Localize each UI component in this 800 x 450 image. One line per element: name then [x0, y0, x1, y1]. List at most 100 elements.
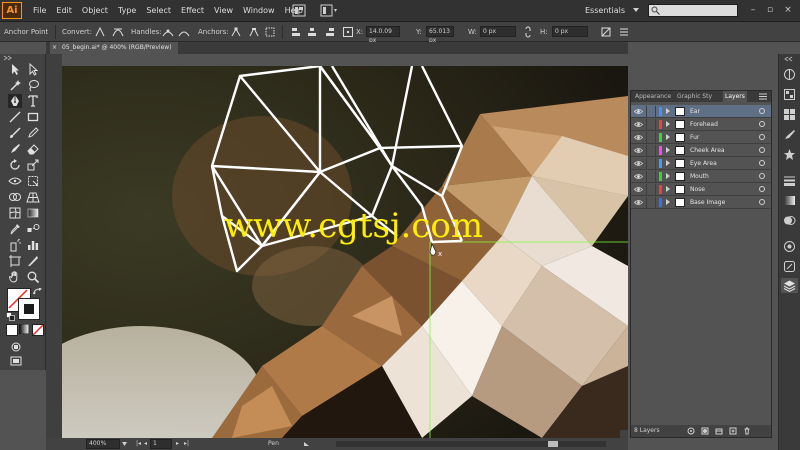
- line-segment-tool[interactable]: [8, 110, 22, 124]
- gradient-mode-button[interactable]: [19, 324, 29, 334]
- cut-path-icon[interactable]: [248, 26, 260, 38]
- clipping-mask-icon[interactable]: [701, 427, 709, 435]
- default-colors-icon[interactable]: [6, 312, 15, 321]
- isolate-icon[interactable]: [264, 26, 276, 38]
- workspace-switcher[interactable]: Essentials: [585, 4, 640, 17]
- document-tab[interactable]: × 05_begin.ai* @ 400% (RGB/Preview): [50, 42, 178, 54]
- arrange-documents-icon[interactable]: [320, 4, 338, 17]
- expand-triangle-icon[interactable]: [666, 147, 670, 153]
- slice-tool[interactable]: [26, 254, 40, 268]
- pen-tool[interactable]: [8, 94, 22, 108]
- horizontal-scrollbar[interactable]: [336, 441, 606, 447]
- lock-toggle[interactable]: [646, 197, 656, 208]
- expand-triangle-icon[interactable]: [666, 134, 670, 140]
- layer-name[interactable]: Forehead: [690, 118, 718, 131]
- expand-triangle-icon[interactable]: [666, 186, 670, 192]
- convert-to-corner-icon[interactable]: [94, 26, 106, 38]
- visibility-eye-icon[interactable]: [634, 133, 643, 142]
- shape-builder-tool[interactable]: [8, 190, 22, 204]
- status-arrow-icon[interactable]: [304, 442, 309, 446]
- constrain-link-icon[interactable]: [522, 26, 534, 38]
- close-window-button[interactable]: ×: [781, 4, 795, 17]
- artboard-canvas[interactable]: x www.cgtsj.com: [62, 66, 628, 438]
- symbol-sprayer-tool[interactable]: [8, 238, 22, 252]
- draw-mode-button[interactable]: [9, 340, 23, 354]
- hide-handles-icon[interactable]: [178, 26, 190, 38]
- menu-window[interactable]: Window: [238, 0, 280, 22]
- close-tab-icon[interactable]: ×: [52, 42, 57, 54]
- layer-name[interactable]: Mouth: [690, 170, 709, 183]
- stroke-icon[interactable]: [783, 174, 796, 187]
- symbols-icon[interactable]: [783, 148, 796, 161]
- visibility-eye-icon[interactable]: [634, 172, 643, 181]
- new-sublayer-icon[interactable]: [715, 427, 723, 435]
- paintbrush-tool[interactable]: [8, 126, 22, 140]
- lock-toggle[interactable]: [646, 106, 656, 117]
- target-circle-icon[interactable]: [759, 134, 765, 140]
- layer-name[interactable]: Ear: [690, 105, 700, 118]
- zoom-tool[interactable]: [26, 270, 40, 284]
- layer-name[interactable]: Base Image: [690, 196, 725, 209]
- width-tool[interactable]: [8, 174, 22, 188]
- target-circle-icon[interactable]: [759, 173, 765, 179]
- layer-name[interactable]: Fur: [690, 131, 699, 144]
- first-artboard-button[interactable]: |◂: [136, 438, 141, 450]
- lock-toggle[interactable]: [646, 184, 656, 195]
- expand-triangle-icon[interactable]: [666, 173, 670, 179]
- lock-toggle[interactable]: [646, 119, 656, 130]
- layer-row[interactable]: Base Image: [631, 196, 771, 209]
- visibility-eye-icon[interactable]: [634, 185, 643, 194]
- scale-tool[interactable]: [26, 158, 40, 172]
- gradient-tool[interactable]: [26, 206, 40, 220]
- menu-type[interactable]: Type: [113, 0, 141, 22]
- eyedropper-tool[interactable]: [8, 222, 22, 236]
- chevron-down-icon[interactable]: [633, 8, 639, 13]
- magic-wand-tool[interactable]: [8, 78, 22, 92]
- selection-tool[interactable]: [8, 62, 22, 76]
- mesh-tool[interactable]: [8, 206, 22, 220]
- expand-triangle-icon[interactable]: [666, 108, 670, 114]
- rotate-tool[interactable]: [8, 158, 22, 172]
- lock-toggle[interactable]: [646, 132, 656, 143]
- expand-triangle-icon[interactable]: [666, 121, 670, 127]
- panel-collapse-icon[interactable]: [2, 55, 44, 61]
- swap-fill-stroke-icon[interactable]: [33, 288, 43, 296]
- locate-object-icon[interactable]: [687, 427, 695, 435]
- expand-triangle-icon[interactable]: [666, 199, 670, 205]
- color-mode-button[interactable]: [6, 324, 18, 336]
- artboard-tool[interactable]: [8, 254, 22, 268]
- last-artboard-button[interactable]: ▸|: [184, 438, 189, 450]
- next-artboard-button[interactable]: ▸: [176, 438, 179, 450]
- menu-edit[interactable]: Edit: [51, 0, 77, 22]
- swatches-icon[interactable]: [783, 108, 796, 121]
- expand-triangle-icon[interactable]: [666, 160, 670, 166]
- eraser-tool[interactable]: [26, 142, 40, 156]
- y-field[interactable]: 65.013 px: [426, 26, 454, 44]
- minimize-button[interactable]: –: [746, 4, 760, 17]
- lock-toggle[interactable]: [646, 145, 656, 156]
- new-layer-icon[interactable]: [729, 427, 737, 435]
- artboard-number-field[interactable]: 1: [150, 439, 172, 449]
- layer-name[interactable]: Eye Area: [690, 157, 717, 170]
- layers-dock-button[interactable]: [781, 278, 798, 293]
- color-panel-icon[interactable]: [783, 68, 796, 81]
- menu-select[interactable]: Select: [141, 0, 176, 22]
- visibility-eye-icon[interactable]: [634, 107, 643, 116]
- align-right-icon[interactable]: [324, 26, 336, 38]
- visibility-eye-icon[interactable]: [634, 159, 643, 168]
- brushes-icon[interactable]: [783, 128, 796, 141]
- layer-name[interactable]: Nose: [690, 183, 705, 196]
- layer-row[interactable]: Nose: [631, 183, 771, 196]
- lasso-tool[interactable]: [26, 78, 40, 92]
- search-input[interactable]: [648, 4, 738, 17]
- layer-row[interactable]: Mouth: [631, 170, 771, 183]
- rectangle-tool[interactable]: [26, 110, 40, 124]
- zoom-dropdown-icon[interactable]: [122, 442, 127, 446]
- target-circle-icon[interactable]: [759, 121, 765, 127]
- bridge-icon[interactable]: [292, 4, 306, 17]
- target-circle-icon[interactable]: [759, 108, 765, 114]
- column-graph-tool[interactable]: [26, 238, 40, 252]
- layer-row[interactable]: Ear: [631, 105, 771, 118]
- stroke-swatch[interactable]: [18, 298, 40, 320]
- target-circle-icon[interactable]: [759, 186, 765, 192]
